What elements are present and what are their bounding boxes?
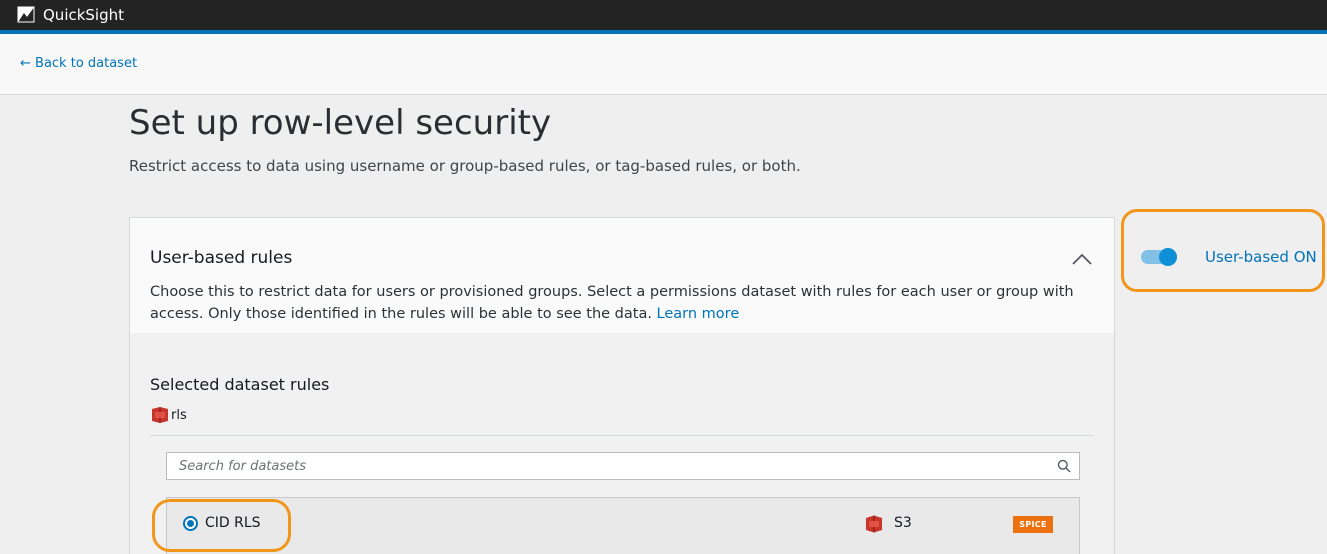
top-bar: QuickSight <box>0 0 1327 30</box>
selected-dataset: rls <box>150 405 187 425</box>
back-to-dataset-link[interactable]: ← Back to dataset <box>20 56 137 71</box>
search-icon[interactable] <box>1057 459 1071 473</box>
user-based-toggle-label[interactable]: User-based ON <box>1205 248 1317 266</box>
panel-description: Choose this to restrict data for users o… <box>150 281 1080 325</box>
s3-bucket-icon <box>152 407 168 423</box>
panel-description-text: Choose this to restrict data for users o… <box>150 284 1074 322</box>
search-input[interactable] <box>167 453 1047 479</box>
chevron-up-icon[interactable] <box>1068 248 1096 270</box>
dataset-radio[interactable] <box>183 516 198 531</box>
sub-header: ← Back to dataset <box>0 34 1327 95</box>
toggle-knob <box>1159 248 1177 266</box>
user-based-rules-panel: User-based rules Choose this to restrict… <box>129 217 1115 554</box>
panel-title: User-based rules <box>150 248 293 268</box>
s3-bucket-icon <box>866 515 882 533</box>
divider <box>150 435 1094 436</box>
dataset-name: CID RLS <box>205 515 261 531</box>
dataset-source: S3 <box>894 515 912 531</box>
selected-dataset-rules-title: Selected dataset rules <box>150 375 330 394</box>
app-title: QuickSight <box>43 6 125 24</box>
spice-badge: SPICE <box>1013 516 1053 533</box>
page-subtitle: Restrict access to data using username o… <box>129 157 801 175</box>
quicksight-logo-icon[interactable] <box>17 6 35 23</box>
panel-header: User-based rules Choose this to restrict… <box>130 218 1114 333</box>
user-based-toggle[interactable] <box>1141 248 1179 266</box>
learn-more-link[interactable]: Learn more <box>657 306 740 322</box>
dataset-row[interactable]: CID RLS S3 SPICE <box>166 497 1080 554</box>
dataset-search <box>166 452 1080 480</box>
selected-dataset-name: rls <box>171 407 187 423</box>
page-title: Set up row-level security <box>129 103 552 143</box>
